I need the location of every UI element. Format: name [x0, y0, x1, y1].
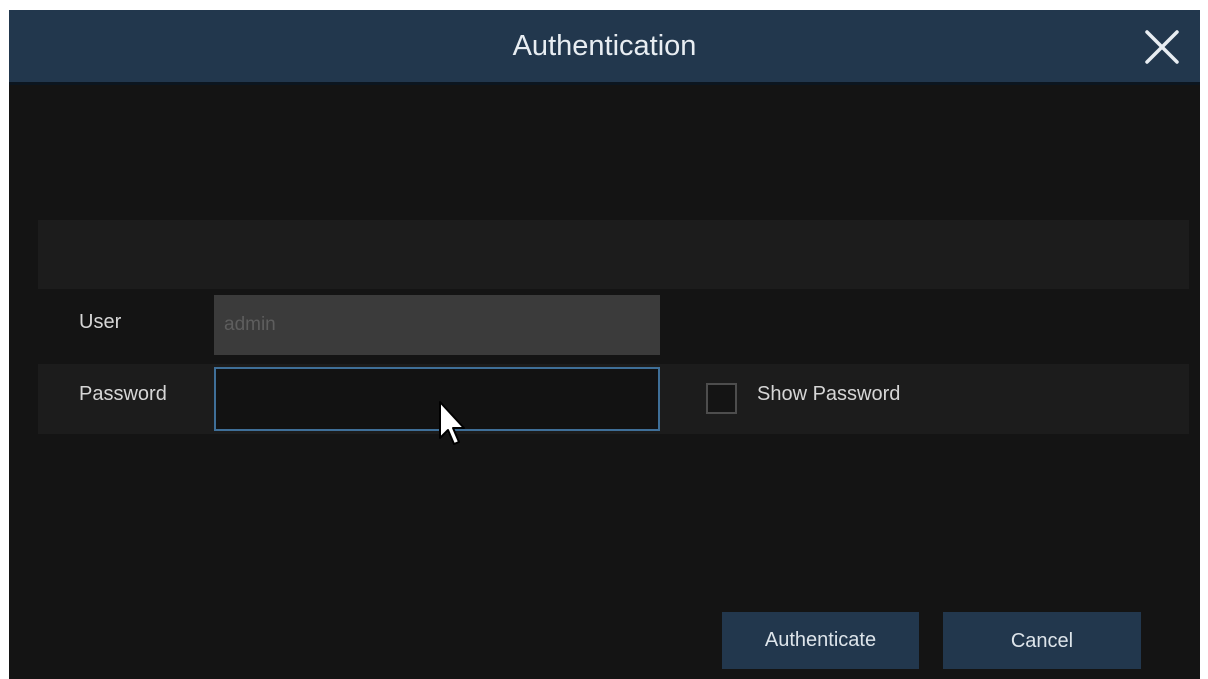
password-label: Password: [79, 383, 167, 405]
authentication-dialog: Authentication User Password Show Passwo…: [9, 10, 1200, 679]
dialog-title: Authentication: [512, 30, 697, 62]
authenticate-button[interactable]: Authenticate: [722, 612, 919, 669]
user-label: User: [79, 311, 122, 333]
user-field[interactable]: [214, 295, 660, 355]
close-icon[interactable]: [1139, 24, 1185, 70]
show-password-label: Show Password: [757, 383, 901, 405]
dialog-titlebar: Authentication: [9, 10, 1200, 85]
show-password-checkbox[interactable]: [706, 383, 737, 414]
cancel-button[interactable]: Cancel: [943, 612, 1141, 669]
mouse-cursor-icon: [437, 400, 467, 448]
form-header-band: [38, 220, 1189, 289]
